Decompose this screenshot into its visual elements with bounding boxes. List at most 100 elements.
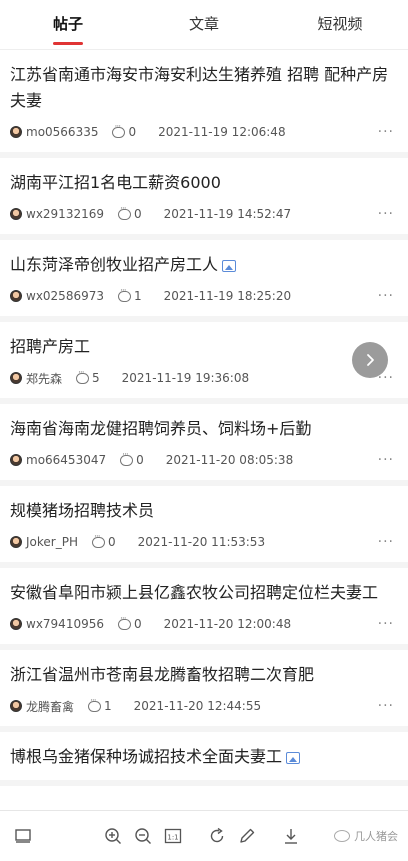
post-time: 2021-11-20 12:44:55: [133, 699, 262, 713]
comment-icon: [120, 450, 134, 466]
avatar[interactable]: [10, 372, 22, 384]
author-name[interactable]: mo0566335: [26, 125, 98, 139]
download-icon: [285, 829, 297, 844]
post-meta: 郑先森 5 2021-11-19 19:36:08: [10, 368, 394, 388]
comment-icon: [118, 286, 131, 302]
author-name[interactable]: mo66453047: [26, 453, 106, 467]
author-name[interactable]: Joker_PH: [26, 535, 78, 549]
list-item[interactable]: 湖南平江招1名电工薪资6000 wx29132169 0 2021-11-19 …: [0, 158, 408, 240]
post-title[interactable]: 博根乌金猪保种场诚招技术全面夫妻工: [10, 744, 394, 770]
post-meta: wx79410956 0 2021-11-20 12:00:48: [10, 614, 394, 634]
post-meta: Joker_PH 0 2021-11-20 11:53:53: [10, 532, 394, 552]
comment-icon: [88, 696, 102, 712]
comment-count: 0: [134, 617, 142, 631]
rotate-button[interactable]: [202, 821, 232, 851]
zoom-out-button[interactable]: [128, 821, 158, 851]
post-title[interactable]: 规模猪场招聘技术员: [10, 498, 394, 524]
next-floating-button[interactable]: [352, 342, 388, 378]
zoom-in-button[interactable]: [98, 821, 128, 851]
comment-icon: [76, 368, 90, 384]
post-feed: 江苏省南通市海安市海安利达生猪养殖 招聘 配种产房夫妻 mo0566335 0 …: [0, 50, 408, 810]
author-name[interactable]: wx29132169: [26, 207, 104, 221]
list-item[interactable]: 海南省海南龙健招聘饲养员、饲料场+后勤 mo66453047 0 2021-11…: [0, 404, 408, 486]
comment-icon: [118, 204, 131, 220]
post-time: 2021-11-20 12:00:48: [163, 617, 292, 631]
comment-count: 0: [107, 535, 116, 549]
author-name[interactable]: wx02586973: [26, 289, 104, 303]
comment-icon: [91, 532, 105, 548]
more-options-button[interactable]: ···: [378, 288, 394, 304]
more-options-button[interactable]: ···: [378, 698, 394, 714]
actual-size-icon: 1:1: [164, 828, 182, 844]
pen-icon: [240, 828, 255, 843]
comment-count: 0: [134, 207, 142, 221]
list-item[interactable]: 规模猪场招聘技术员 Joker_PH 0 2021-11-20 11:53:53…: [0, 486, 408, 568]
comment-count: 1: [134, 289, 142, 303]
post-time: 2021-11-20 11:53:53: [137, 535, 266, 549]
image-icon: [286, 751, 301, 764]
post-title[interactable]: 海南省海南龙健招聘饲养员、饲料场+后勤: [10, 416, 394, 442]
comment-count: 1: [104, 699, 112, 713]
post-time: 2021-11-19 12:06:48: [158, 125, 286, 139]
avatar[interactable]: [10, 126, 22, 138]
post-time: 2021-11-19 18:25:20: [163, 289, 292, 303]
annotate-button[interactable]: [232, 821, 262, 851]
download-button[interactable]: [276, 821, 306, 851]
comment-icon: [118, 614, 131, 630]
watermark-text: 几人猪会: [354, 830, 398, 843]
watermark: 几人猪会: [334, 828, 398, 844]
comment-count: 0: [136, 453, 144, 467]
more-options-button[interactable]: ···: [378, 452, 394, 468]
post-title[interactable]: 浙江省温州市苍南县龙腾畜牧招聘二次育肥: [10, 662, 394, 688]
rotate-icon: [210, 827, 224, 843]
post-meta: mo0566335 0 2021-11-19 12:06:48: [10, 122, 394, 142]
post-meta: wx29132169 0 2021-11-19 14:52:47: [10, 204, 394, 224]
more-options-button[interactable]: ···: [378, 124, 394, 140]
more-options-button[interactable]: ···: [378, 534, 394, 550]
list-item[interactable]: 安徽省阜阳市颍上县亿鑫农牧公司招聘定位栏夫妻工 wx79410956 0 202…: [0, 568, 408, 650]
tab-articles[interactable]: 文章: [136, 0, 272, 49]
author-name[interactable]: 郑先森: [26, 370, 62, 387]
post-title[interactable]: 山东菏泽帝创牧业招产房工人: [10, 252, 394, 278]
list-item[interactable]: 博根乌金猪保种场诚招技术全面夫妻工: [0, 732, 408, 786]
avatar[interactable]: [10, 618, 22, 630]
avatar[interactable]: [10, 700, 22, 712]
zoom-in-icon: [105, 828, 121, 844]
zoom-out-icon: [135, 828, 151, 844]
post-meta: wx02586973 1 2021-11-19 18:25:20: [10, 286, 394, 306]
screen-button[interactable]: [8, 821, 38, 851]
post-title[interactable]: 招聘产房工: [10, 334, 394, 360]
list-item[interactable]: 招聘产房工 郑先森 5 2021-11-19 19:36:08 ···: [0, 322, 408, 404]
screen-icon: [15, 829, 31, 843]
post-time: 2021-11-19 19:36:08: [121, 371, 250, 385]
post-title[interactable]: 湖南平江招1名电工薪资6000: [10, 170, 394, 196]
comment-count: 0: [128, 125, 137, 139]
author-name[interactable]: wx79410956: [26, 617, 104, 631]
post-meta: mo66453047 0 2021-11-20 08:05:38: [10, 450, 394, 470]
wechat-icon: [334, 830, 350, 842]
list-item[interactable]: 浙江省温州市苍南县龙腾畜牧招聘二次育肥 龙腾畜禽 1 2021-11-20 12…: [0, 650, 408, 732]
tab-bar: 帖子 文章 短视频: [0, 0, 408, 50]
author-name[interactable]: 龙腾畜禽: [26, 698, 74, 715]
list-item[interactable]: 山东菏泽帝创牧业招产房工人 wx02586973 1 2021-11-19 18…: [0, 240, 408, 322]
avatar[interactable]: [10, 454, 22, 466]
comment-icon: [112, 122, 126, 138]
tab-short-videos[interactable]: 短视频: [272, 0, 408, 49]
post-title[interactable]: 江苏省南通市海安市海安利达生猪养殖 招聘 配种产房夫妻: [10, 62, 394, 114]
avatar[interactable]: [10, 208, 22, 220]
svg-text:1:1: 1:1: [167, 834, 178, 842]
avatar[interactable]: [10, 536, 22, 548]
post-meta: 龙腾畜禽 1 2021-11-20 12:44:55: [10, 696, 394, 716]
post-time: 2021-11-20 08:05:38: [165, 453, 294, 467]
chevron-right-icon: [367, 354, 374, 366]
post-title[interactable]: 安徽省阜阳市颍上县亿鑫农牧公司招聘定位栏夫妻工: [10, 580, 394, 606]
list-item[interactable]: 江苏省南通市海安市海安利达生猪养殖 招聘 配种产房夫妻 mo0566335 0 …: [0, 50, 408, 158]
more-options-button[interactable]: ···: [378, 616, 394, 632]
post-time: 2021-11-19 14:52:47: [163, 207, 292, 221]
tab-posts[interactable]: 帖子: [0, 0, 136, 49]
avatar[interactable]: [10, 290, 22, 302]
bottom-toolbar: 1:1 几人猪会: [0, 810, 408, 861]
more-options-button[interactable]: ···: [378, 206, 394, 222]
comment-count: 5: [92, 371, 100, 385]
actual-size-button[interactable]: 1:1: [158, 821, 188, 851]
